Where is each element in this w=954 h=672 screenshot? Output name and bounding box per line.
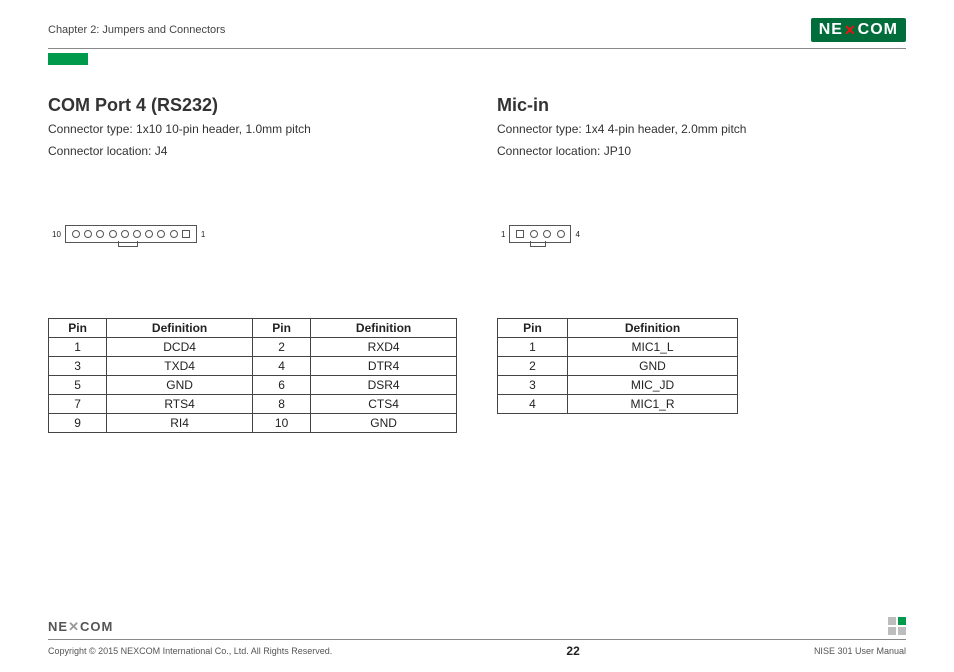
manual-name: NISE 301 User Manual [814, 646, 906, 656]
pin-hole-icon [96, 230, 104, 238]
pin-label-right: 1 [201, 230, 205, 239]
footer-squares-icon [888, 617, 906, 635]
section-mic-in: Mic-in Connector type: 1x4 4-pin header,… [497, 95, 906, 433]
connector-diagram-4pin: 1 4 [497, 194, 906, 274]
table-row: 1MIC1_L [498, 338, 738, 357]
table-header-row: Pin Definition Pin Definition [49, 319, 457, 338]
table-row: 9RI410GND [49, 414, 457, 433]
connector-body [65, 225, 197, 243]
pinout-table-micin: Pin Definition 1MIC1_L 2GND 3MIC_JD 4MIC… [497, 318, 738, 414]
section-com-port-4: COM Port 4 (RS232) Connector type: 1x10 … [48, 95, 457, 433]
logo-x-icon: ✕ [844, 22, 857, 39]
brand-logo-box: NE ✕ COM [811, 18, 906, 42]
page-footer: NE✕COM Copyright © 2015 NEXCOM Internati… [48, 617, 906, 658]
section-title: COM Port 4 (RS232) [48, 95, 457, 116]
page-header: Chapter 2: Jumpers and Connectors NE ✕ C… [48, 18, 906, 42]
pin-hole-icon [543, 230, 551, 238]
header-rule [48, 48, 906, 49]
pin-hole-icon [157, 230, 165, 238]
col-def: Definition [107, 319, 253, 338]
brand-logo: NE ✕ COM [811, 18, 906, 42]
connector-location: Connector location: J4 [48, 142, 457, 160]
table-row: 3MIC_JD [498, 376, 738, 395]
page-number: 22 [566, 644, 579, 658]
pin-hole-icon [170, 230, 178, 238]
pin1-square-icon [516, 230, 524, 238]
pin-label-left: 10 [52, 230, 61, 239]
connector-diagram-10pin: 10 1 [48, 194, 457, 274]
table-row: 3TXD44DTR4 [49, 357, 457, 376]
pin-hole-icon [145, 230, 153, 238]
pin-hole-icon [72, 230, 80, 238]
footer-rule [48, 639, 906, 640]
pin-hole-icon [133, 230, 141, 238]
pin-label-right: 4 [575, 230, 579, 239]
col-pin: Pin [498, 319, 568, 338]
connector-body [509, 225, 571, 243]
table-row: 2GND [498, 357, 738, 376]
main-content: COM Port 4 (RS232) Connector type: 1x10 … [48, 95, 906, 433]
footer-x-icon: ✕ [68, 619, 80, 634]
table-row: 4MIC1_R [498, 395, 738, 414]
table-row: 7RTS48CTS4 [49, 395, 457, 414]
col-def: Definition [311, 319, 457, 338]
footer-logo: NE✕COM [48, 619, 113, 635]
pin-hole-icon [557, 230, 565, 238]
pin-label-left: 1 [501, 230, 505, 239]
table-header-row: Pin Definition [498, 319, 738, 338]
section-title: Mic-in [497, 95, 906, 116]
col-pin: Pin [252, 319, 310, 338]
connector-type: Connector type: 1x10 10-pin header, 1.0m… [48, 120, 457, 138]
chapter-label: Chapter 2: Jumpers and Connectors [48, 24, 225, 36]
pin-hole-icon [530, 230, 538, 238]
pin-hole-icon [109, 230, 117, 238]
connector-type: Connector type: 1x4 4-pin header, 2.0mm … [497, 120, 906, 138]
col-def: Definition [568, 319, 738, 338]
table-row: 1DCD42RXD4 [49, 338, 457, 357]
pin1-square-icon [182, 230, 190, 238]
col-pin: Pin [49, 319, 107, 338]
pin-hole-icon [121, 230, 129, 238]
table-row: 5GND6DSR4 [49, 376, 457, 395]
copyright-text: Copyright © 2015 NEXCOM International Co… [48, 646, 332, 656]
pin-hole-icon [84, 230, 92, 238]
green-accent-bar [48, 53, 88, 65]
connector-location: Connector location: JP10 [497, 142, 906, 160]
pinout-table-com4: Pin Definition Pin Definition 1DCD42RXD4… [48, 318, 457, 433]
